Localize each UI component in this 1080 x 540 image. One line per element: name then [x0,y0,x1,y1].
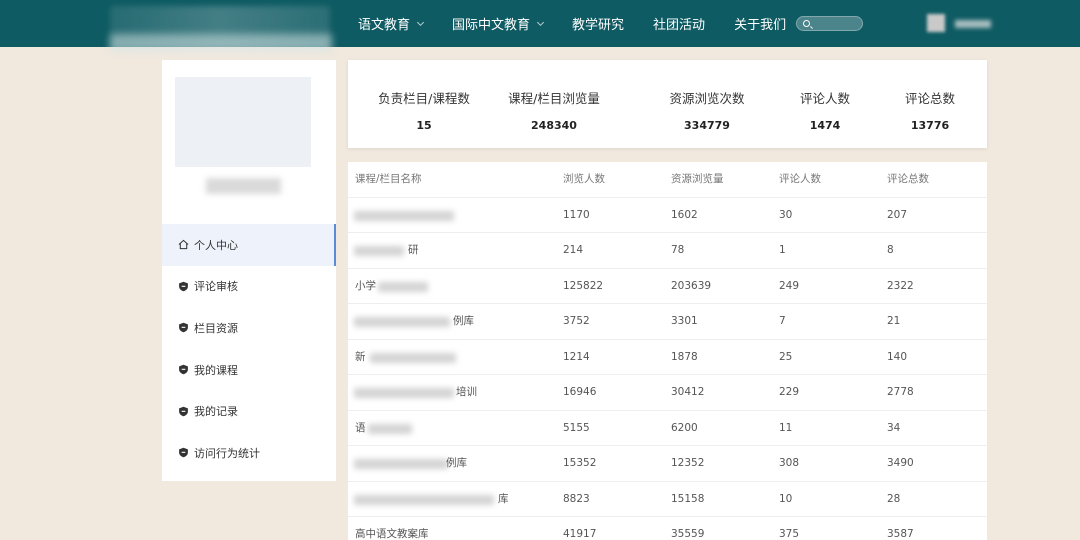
user-name[interactable] [955,20,991,28]
logo-subtitle-blur [110,34,332,52]
table-row[interactable]: 库 8823 15158 10 28 [348,482,987,517]
shield-icon [179,364,188,375]
nav-item-chinese-education[interactable]: 语文教育 [358,14,425,33]
blurred-name [354,246,404,256]
nav-item-international-chinese[interactable]: 国际中文教育 [452,14,545,33]
blurred-name [368,423,412,434]
table-row[interactable]: 高中语文教案库 41917 35559 375 3587 [348,517,987,540]
sidebar: 个人中心 评论审核 栏目资源 我的课程 我的记录 访问行为统计 [162,60,336,481]
blurred-name [354,210,454,221]
table-header: 课程/栏目名称 浏览人数 资源浏览量 评论人数 评论总数 [348,162,987,198]
stats-summary-card: 负责栏目/课程数 15 课程/栏目浏览量 248340 资源浏览次数 33477… [348,60,987,148]
chevron-down-icon [536,18,545,26]
sidebar-item-my-records[interactable]: 我的记录 [162,390,336,432]
table-row[interactable]: 例库 3752 3301 7 21 [348,304,987,340]
user-avatar[interactable] [927,14,945,32]
table-row[interactable]: 小学 125822 203639 249 2322 [348,269,987,304]
blurred-name [354,459,448,469]
blurred-name [354,388,454,398]
sidebar-item-column-resources[interactable]: 栏目资源 [162,307,336,349]
nav-item-about-us[interactable]: 关于我们 [734,14,786,33]
blurred-name [354,494,494,505]
column-header-comments[interactable]: 评论总数 [887,162,929,197]
course-stats-table: 课程/栏目名称 浏览人数 资源浏览量 评论人数 评论总数 1170 1602 3… [348,162,987,540]
search-icon [803,20,810,27]
home-icon [178,239,189,250]
table-row[interactable]: 新 1214 1878 25 140 [348,340,987,375]
sidebar-item-comment-review[interactable]: 评论审核 [162,266,336,308]
column-header-name[interactable]: 课程/栏目名称 [355,162,422,197]
blurred-name [354,317,450,327]
table-row[interactable]: 培训 16946 30412 229 2778 [348,375,987,411]
blurred-name [378,281,428,292]
column-header-views[interactable]: 浏览人数 [563,162,605,197]
sidebar-menu: 个人中心 评论审核 栏目资源 我的课程 我的记录 访问行为统计 [162,224,336,474]
table-row[interactable]: 例库 15352 12352 308 3490 [348,446,987,482]
blurred-name [370,352,456,363]
shield-icon [179,406,188,416]
column-header-commenters[interactable]: 评论人数 [779,162,821,197]
search-input[interactable] [796,16,863,31]
sidebar-item-visit-statistics[interactable]: 访问行为统计 [162,432,336,474]
chevron-down-icon [416,18,425,26]
table-row[interactable]: 1170 1602 30 207 [348,198,987,233]
shield-icon [179,281,188,292]
nav-item-teaching-research[interactable]: 教学研究 [572,14,624,33]
main-nav: 语文教育 国际中文教育 教学研究 社团活动 关于我们 [358,0,815,47]
table-row[interactable]: 研 214 78 1 8 [348,233,987,269]
shield-icon [179,447,188,458]
shield-icon [179,323,188,333]
sidebar-item-personal-center[interactable]: 个人中心 [162,224,336,266]
profile-name [206,178,281,194]
sidebar-item-my-courses[interactable]: 我的课程 [162,349,336,391]
table-row[interactable]: 语 5155 6200 11 34 [348,411,987,446]
profile-photo [175,77,311,167]
column-header-resource-views[interactable]: 资源浏览量 [671,162,724,197]
nav-item-club-activities[interactable]: 社团活动 [653,14,705,33]
